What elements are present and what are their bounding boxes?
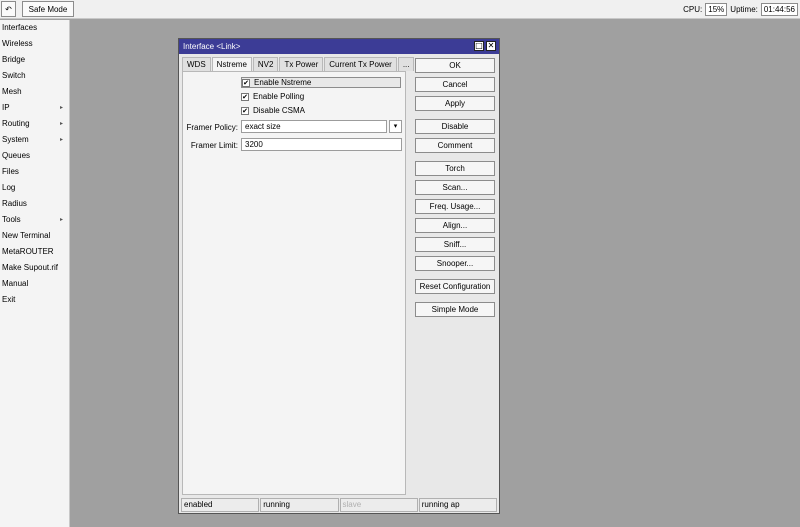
sidebar-item-radius[interactable]: Radius <box>0 196 69 212</box>
cpu-value: 15% <box>705 2 728 16</box>
sidebar-item-label: System <box>2 135 29 144</box>
tab-more[interactable]: ... <box>397 57 415 71</box>
sidebar-item-routing[interactable]: Routing ▸ <box>0 116 69 132</box>
window-titlebar[interactable]: Interface <Link> □ ✕ <box>179 39 499 54</box>
sidebar-item-make-supout[interactable]: Make Supout.rif <box>0 260 69 276</box>
sidebar-item-switch[interactable]: Switch <box>0 68 69 84</box>
sidebar-item-manual[interactable]: Manual <box>0 276 69 292</box>
sidebar-item-system[interactable]: System ▸ <box>0 132 69 148</box>
sidebar-item-label: Mesh <box>2 87 22 96</box>
safe-mode-button[interactable]: Safe Mode <box>22 1 74 17</box>
sniff-button[interactable]: Sniff... <box>415 237 495 252</box>
tab-current-tx-power[interactable]: Current Tx Power <box>324 57 397 71</box>
enable-nstreme-checkbox[interactable]: ✔ Enable Nstreme <box>241 77 401 88</box>
status-slave: slave <box>339 498 418 512</box>
framer-limit-input[interactable]: 3200 <box>241 138 402 151</box>
window-statusbar: enabled running slave running ap <box>181 498 497 512</box>
reset-configuration-button[interactable]: Reset Configuration <box>415 279 495 294</box>
sidebar-item-label: Manual <box>2 279 29 288</box>
nstreme-panel: ✔ Enable Nstreme ✔ Enable Polling ✔ Disa… <box>182 71 406 495</box>
sidebar-item-label: Wireless <box>2 39 33 48</box>
checkbox-label: Disable CSMA <box>253 106 306 115</box>
sidebar-item-label: New Terminal <box>2 231 51 240</box>
cpu-label: CPU: <box>683 4 703 14</box>
torch-button[interactable]: Torch <box>415 161 495 176</box>
undo-icon[interactable]: ↶ <box>1 1 16 17</box>
ok-button[interactable]: OK <box>415 58 495 73</box>
sidebar-item-ip[interactable]: IP ▸ <box>0 100 69 116</box>
status-enabled: enabled <box>181 498 260 512</box>
tab-nstreme[interactable]: Nstreme <box>211 57 252 72</box>
tab-tx-power[interactable]: Tx Power <box>279 57 324 71</box>
sidebar-item-metarouter[interactable]: MetaROUTER <box>0 244 69 260</box>
sidebar-item-label: Bridge <box>2 55 26 64</box>
sidebar-item-bridge[interactable]: Bridge <box>0 52 69 68</box>
submenu-arrow-icon: ▸ <box>59 121 63 127</box>
sidebar-item-queues[interactable]: Queues <box>0 148 69 164</box>
enable-polling-checkbox[interactable]: ✔ Enable Polling <box>241 91 304 102</box>
sidebar-item-exit[interactable]: Exit <box>0 292 69 308</box>
uptime-label: Uptime: <box>730 4 758 14</box>
check-icon: ✔ <box>242 78 250 87</box>
dropdown-arrow-icon[interactable]: ▾ <box>389 120 402 133</box>
scan-button[interactable]: Scan... <box>415 180 495 195</box>
sidebar-item-label: Radius <box>2 199 27 208</box>
uptime-value: 01:44:56 <box>760 2 798 16</box>
sidebar-item-tools[interactable]: Tools ▸ <box>0 212 69 228</box>
sidebar-item-label: Files <box>2 167 19 176</box>
tab-wds[interactable]: WDS <box>182 57 211 71</box>
sidebar-item-new-terminal[interactable]: New Terminal <box>0 228 69 244</box>
comment-button[interactable]: Comment <box>415 138 495 153</box>
sidebar-item-label: Log <box>2 183 16 192</box>
tab-nv2[interactable]: NV2 <box>252 57 279 71</box>
framer-policy-label: Framer Policy: <box>186 123 238 132</box>
checkbox-label: Enable Polling <box>253 92 305 101</box>
simple-mode-button[interactable]: Simple Mode <box>415 302 495 317</box>
sidebar-item-wireless[interactable]: Wireless <box>0 36 69 52</box>
freq-usage-button[interactable]: Freq. Usage... <box>415 199 495 214</box>
tab-bar: WDS Nstreme NV2 Tx Power Current Tx Powe… <box>182 57 415 72</box>
interface-window: Interface <Link> □ ✕ WDS Nstreme NV2 Tx … <box>178 38 500 514</box>
sidebar-item-label: Switch <box>2 71 26 80</box>
sidebar-menu: Interfaces Wireless Bridge Switch Mesh I… <box>0 20 70 527</box>
sidebar-item-label: IP <box>2 103 10 112</box>
align-button[interactable]: Align... <box>415 218 495 233</box>
sidebar-item-mesh[interactable]: Mesh <box>0 84 69 100</box>
restore-icon[interactable]: □ <box>474 41 484 51</box>
check-icon: ✔ <box>241 92 249 101</box>
system-status: CPU: 15% Uptime: 01:44:56 <box>683 2 798 16</box>
sidebar-item-log[interactable]: Log <box>0 180 69 196</box>
checkbox-label: Enable Nstreme <box>254 78 312 87</box>
sidebar-item-files[interactable]: Files <box>0 164 69 180</box>
sidebar-item-label: Make Supout.rif <box>2 263 59 272</box>
framer-limit-label: Framer Limit: <box>190 141 238 150</box>
status-mode: running ap <box>418 498 497 512</box>
sidebar-item-interfaces[interactable]: Interfaces <box>0 20 69 36</box>
window-title: Interface <Link> <box>183 42 241 51</box>
disable-csma-checkbox[interactable]: ✔ Disable CSMA <box>241 105 305 116</box>
submenu-arrow-icon: ▸ <box>59 217 63 223</box>
apply-button[interactable]: Apply <box>415 96 495 111</box>
sidebar-item-label: Exit <box>2 295 16 304</box>
framer-policy-select[interactable]: exact size <box>241 120 387 133</box>
sidebar-item-label: Interfaces <box>2 23 38 32</box>
sidebar-item-label: MetaROUTER <box>2 247 54 256</box>
status-running: running <box>260 498 339 512</box>
check-icon: ✔ <box>241 106 249 115</box>
top-toolbar: ↶ Safe Mode CPU: 15% Uptime: 01:44:56 <box>0 0 800 19</box>
sidebar-item-label: Tools <box>2 215 21 224</box>
submenu-arrow-icon: ▸ <box>59 137 63 143</box>
disable-button[interactable]: Disable <box>415 119 495 134</box>
cancel-button[interactable]: Cancel <box>415 77 495 92</box>
snooper-button[interactable]: Snooper... <box>415 256 495 271</box>
close-icon[interactable]: ✕ <box>486 41 496 51</box>
submenu-arrow-icon: ▸ <box>59 105 63 111</box>
sidebar-item-label: Queues <box>2 151 31 160</box>
sidebar-item-label: Routing <box>2 119 30 128</box>
